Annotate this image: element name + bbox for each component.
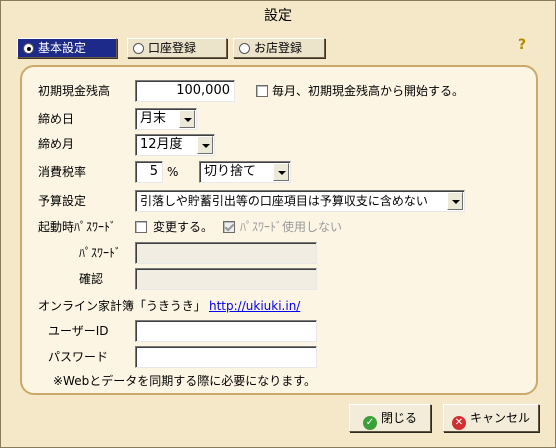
chevron-down-icon[interactable] bbox=[447, 192, 463, 210]
cancel-icon: ✕ bbox=[451, 416, 466, 430]
dialog-title: 設定 bbox=[1, 1, 555, 31]
cancel-button-label: キャンセル bbox=[469, 411, 530, 425]
tax-rate-label: 消費税率 bbox=[38, 165, 87, 179]
user-id-input[interactable] bbox=[135, 320, 317, 342]
rounding-select[interactable]: 切り捨て bbox=[199, 161, 291, 183]
startup-password-label: 起動時ﾊﾟｽﾜｰﾄﾞ bbox=[38, 220, 117, 234]
chevron-down-icon[interactable] bbox=[179, 110, 195, 128]
online-service-label: オンライン家計簿「うきうき」 bbox=[38, 299, 206, 313]
initial-balance-label: 初期現金残高 bbox=[38, 84, 111, 98]
sync-note: ※Webとデータを同期する際に必要になります。 bbox=[53, 374, 317, 388]
chevron-down-icon[interactable] bbox=[197, 136, 213, 154]
cancel-button[interactable]: ✕ キャンセル bbox=[443, 404, 539, 432]
tab-label: 基本設定 bbox=[38, 41, 87, 55]
online-password-label: パスワード bbox=[48, 350, 109, 364]
online-password-input[interactable] bbox=[135, 346, 317, 368]
password-input[interactable] bbox=[135, 242, 317, 264]
closing-day-label: 締め日 bbox=[38, 112, 75, 126]
close-button-label: 閉じる bbox=[380, 411, 417, 425]
confirm-label: 確認 bbox=[79, 272, 104, 286]
online-service-link[interactable]: http://ukiuki.in/ bbox=[209, 298, 300, 314]
radio-icon bbox=[239, 43, 250, 54]
budget-value: 引落しや貯蓄引出等の口座項目は予算収支に含めない bbox=[140, 194, 428, 208]
rounding-value: 切り捨て bbox=[204, 164, 257, 179]
initial-balance-input[interactable]: 100,000 bbox=[135, 80, 235, 102]
tax-rate-input[interactable]: 5 bbox=[135, 161, 163, 183]
no-password-label: ﾊﾟｽﾜｰﾄﾞ使用しない bbox=[240, 220, 343, 234]
no-password-checkbox[interactable] bbox=[223, 221, 235, 233]
user-id-label: ユーザーID bbox=[48, 324, 109, 338]
check-icon: ✓ bbox=[362, 416, 377, 430]
confirm-password-input[interactable] bbox=[135, 268, 317, 290]
radio-icon bbox=[23, 43, 34, 54]
tab-basic-settings[interactable]: 基本設定 bbox=[17, 38, 117, 58]
budget-label: 予算設定 bbox=[38, 194, 87, 208]
close-button[interactable]: ✓ 閉じる bbox=[349, 404, 431, 432]
closing-day-value: 月末 bbox=[140, 111, 167, 126]
tab-label: 口座登録 bbox=[148, 41, 197, 55]
tab-shop-registration[interactable]: お店登録 bbox=[233, 38, 325, 58]
closing-day-select[interactable]: 月末 bbox=[135, 108, 197, 130]
closing-month-select[interactable]: 12月度 bbox=[135, 134, 215, 156]
change-password-label: 変更する。 bbox=[153, 220, 214, 234]
monthly-reset-checkbox[interactable] bbox=[256, 85, 268, 97]
help-question-icon[interactable]: ? bbox=[515, 37, 529, 53]
settings-dialog: 設定 基本設定 口座登録 お店登録 ? 初期現金残高 100,000 毎月、初期… bbox=[0, 0, 556, 448]
tab-account-registration[interactable]: 口座登録 bbox=[127, 38, 227, 58]
closing-month-value: 12月度 bbox=[140, 137, 183, 152]
tax-unit-label: % bbox=[167, 165, 179, 179]
radio-icon bbox=[133, 43, 144, 54]
password-label: ﾊﾟｽﾜｰﾄﾞ bbox=[79, 246, 122, 260]
monthly-reset-label: 毎月、初期現金残高から開始する。 bbox=[272, 84, 465, 98]
chevron-down-icon[interactable] bbox=[273, 163, 289, 181]
closing-month-label: 締め月 bbox=[38, 137, 75, 151]
change-password-checkbox[interactable] bbox=[135, 221, 147, 233]
budget-select[interactable]: 引落しや貯蓄引出等の口座項目は予算収支に含めない bbox=[135, 190, 465, 212]
tab-label: お店登録 bbox=[254, 41, 303, 55]
